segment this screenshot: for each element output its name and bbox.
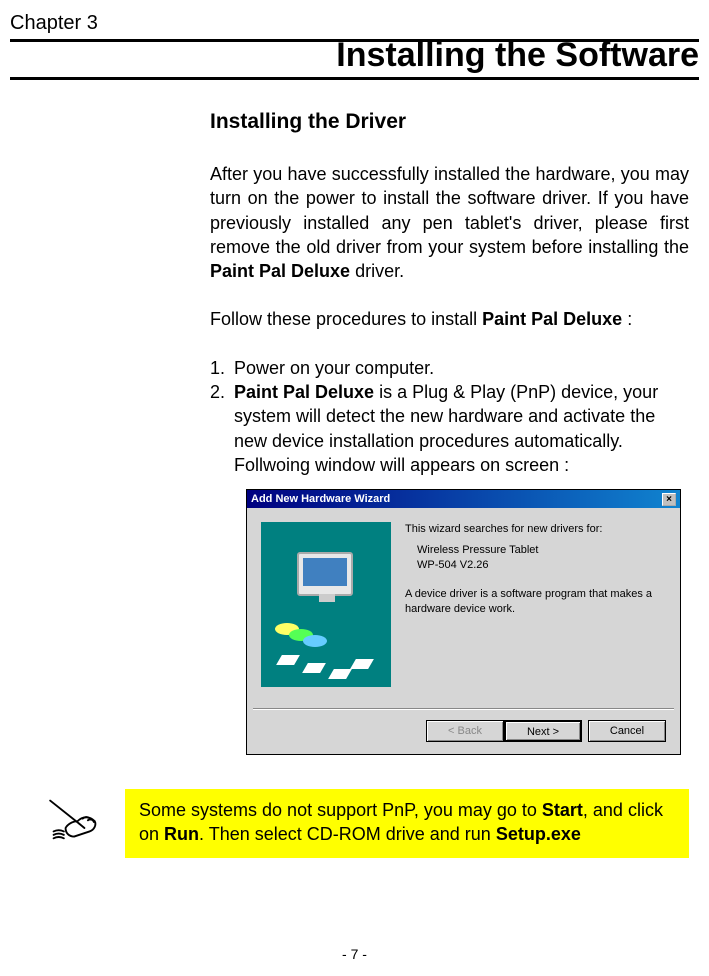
section-heading: Installing the Driver: [210, 110, 689, 134]
wizard-line1: This wizard searches for new drivers for…: [405, 522, 666, 537]
next-button[interactable]: Next >: [504, 720, 582, 742]
wizard-device2: WP-504 V2.26: [417, 558, 666, 573]
step-1-num: 1.: [210, 356, 234, 380]
intro-p1-bold: Paint Pal Deluxe: [210, 261, 350, 281]
wizard-button-row: < Back Next > Cancel: [247, 710, 680, 754]
wizard-text-panel: This wizard searches for new drivers for…: [391, 522, 666, 700]
cancel-button[interactable]: Cancel: [588, 720, 666, 742]
chapter-label: Chapter 3: [10, 12, 699, 35]
close-icon[interactable]: ×: [662, 493, 676, 506]
wizard-titlebar: Add New Hardware Wizard ×: [247, 490, 680, 508]
wizard-window: Add New Hardware Wizard ×: [246, 489, 681, 755]
wizard-body: This wizard searches for new drivers for…: [247, 508, 680, 708]
shape-icon: [302, 663, 326, 673]
page-number: - 7 -: [0, 946, 709, 962]
shape-icon: [350, 659, 374, 669]
intro-p1-end: driver.: [350, 261, 404, 281]
wizard-line2: A device driver is a software program th…: [405, 587, 666, 617]
note-b1: Start: [542, 800, 583, 820]
step-1: 1. Power on your computer.: [210, 356, 689, 380]
monitor-icon: [297, 552, 353, 596]
note-t1: Some systems do not support PnP, you may…: [139, 800, 542, 820]
chapter-title: Installing the Software: [10, 36, 699, 75]
step-2-num: 2.: [210, 380, 234, 477]
intro-p2-pre: Follow these procedures to install: [210, 309, 482, 329]
wizard-illustration: [261, 522, 391, 687]
wizard-screenshot: Add New Hardware Wizard ×: [246, 489, 681, 755]
shape-icon: [328, 669, 352, 679]
shape-icon: [276, 655, 300, 665]
note-box: Some systems do not support PnP, you may…: [125, 789, 689, 858]
back-button: < Back: [426, 720, 504, 742]
intro-p2-end: :: [622, 309, 632, 329]
note-row: Some systems do not support PnP, you may…: [10, 789, 699, 858]
intro-paragraph-1: After you have successfully installed th…: [210, 162, 689, 283]
steps-list: 1. Power on your computer. 2. Paint Pal …: [210, 356, 689, 477]
step-2-bold: Paint Pal Deluxe: [234, 382, 374, 402]
step-2: 2. Paint Pal Deluxe is a Plug & Play (Pn…: [210, 380, 689, 477]
note-hand-icon-container: [10, 789, 125, 848]
note-t3: . Then select CD-ROM drive and run: [199, 824, 496, 844]
wizard-title-text: Add New Hardware Wizard: [251, 493, 390, 505]
divider-under-title: [10, 77, 699, 80]
writing-hand-icon: [45, 795, 105, 843]
step-1-text: Power on your computer.: [234, 356, 689, 380]
disc-icon: [303, 635, 327, 647]
intro-p1-text: After you have successfully installed th…: [210, 164, 689, 257]
intro-paragraph-2: Follow these procedures to install Paint…: [210, 307, 689, 331]
intro-p2-bold: Paint Pal Deluxe: [482, 309, 622, 329]
wizard-device1: Wireless Pressure Tablet: [417, 543, 666, 558]
step-2-text: Paint Pal Deluxe is a Plug & Play (PnP) …: [234, 380, 689, 477]
note-b3: Setup.exe: [496, 824, 581, 844]
note-b2: Run: [164, 824, 199, 844]
